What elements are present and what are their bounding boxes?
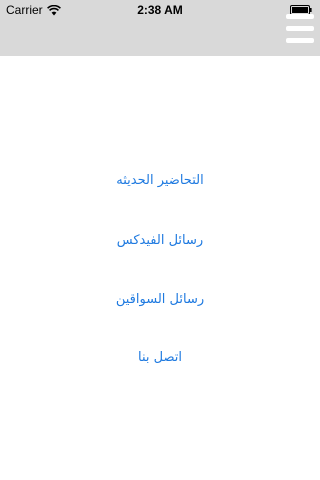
hamburger-menu-icon[interactable]	[286, 14, 314, 44]
menu-bar-bottom	[286, 38, 314, 43]
status-bar: Carrier 2:38 AM	[0, 0, 320, 20]
app-screen: Carrier 2:38 AM التحاضير الحديثه رسائل ا…	[0, 0, 320, 480]
contact-us-link[interactable]: اتصل بنا	[0, 350, 320, 365]
menu-bar-middle	[286, 26, 314, 31]
recent-attendance-link[interactable]: التحاضير الحديثه	[0, 173, 320, 188]
menu-bar-top	[286, 14, 314, 19]
status-time: 2:38 AM	[137, 3, 183, 17]
fedex-messages-link[interactable]: رسائل الفيدكس	[0, 233, 320, 248]
drivers-messages-link[interactable]: رسائل السواقين	[0, 292, 320, 307]
navigation-bar: Carrier 2:38 AM	[0, 0, 320, 56]
